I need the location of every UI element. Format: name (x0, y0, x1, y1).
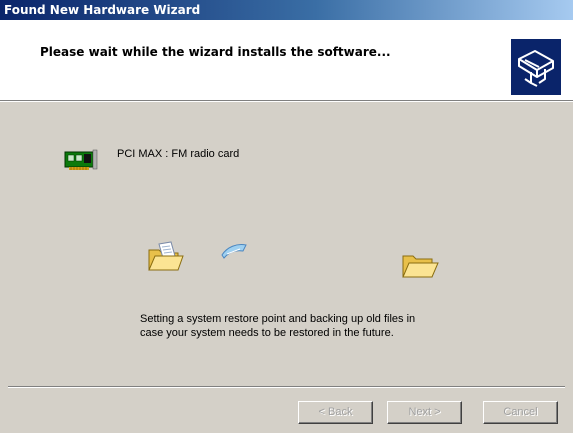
folder-icon (400, 250, 440, 282)
status-text-line-1: Setting a system restore point and backi… (140, 313, 416, 325)
header-divider-highlight (0, 101, 573, 102)
hardware-wizard-icon (511, 39, 561, 95)
pci-card-icon (63, 148, 99, 174)
back-button[interactable]: < Back (298, 401, 373, 424)
status-text-line-2: case your system needs to be restored in… (140, 327, 394, 339)
wizard-header: Please wait while the wizard installs th… (0, 20, 573, 100)
window-title: Found New Hardware Wizard (4, 3, 201, 17)
cancel-button[interactable]: Cancel (483, 401, 558, 424)
wizard-window: Found New Hardware Wizard Please wait wh… (0, 0, 573, 433)
open-folder-icon (145, 240, 185, 276)
title-bar[interactable]: Found New Hardware Wizard (0, 0, 573, 20)
device-name: PCI MAX : FM radio card (117, 148, 240, 160)
footer-divider-highlight (8, 387, 565, 388)
wizard-heading: Please wait while the wizard installs th… (40, 45, 391, 59)
flying-document-icon (219, 239, 249, 261)
next-button[interactable]: Next > (387, 401, 462, 424)
